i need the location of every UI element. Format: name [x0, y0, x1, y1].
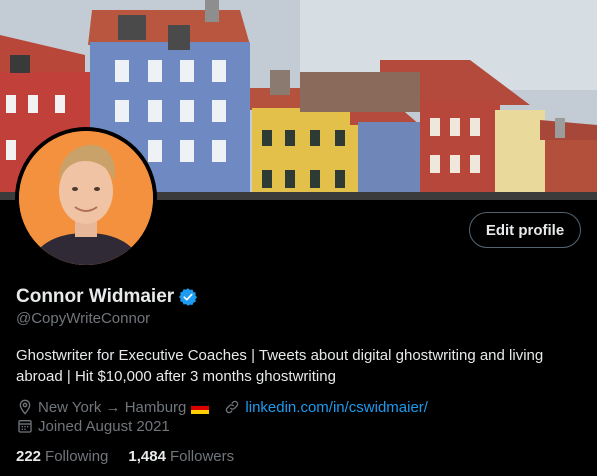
profile-website-link[interactable]: linkedin.com/in/cswidmaier/ — [245, 399, 428, 416]
profile-avatar[interactable] — [15, 127, 157, 269]
germany-flag-icon — [191, 401, 210, 414]
edit-profile-button[interactable]: Edit profile — [469, 212, 581, 248]
follow-stats: 222 Following 1,484 Followers — [16, 448, 254, 465]
avatar-image — [19, 131, 153, 265]
profile-location: New York → Hamburg — [38, 398, 187, 416]
followers-label: Followers — [169, 448, 235, 465]
verified-badge-icon[interactable] — [178, 287, 198, 307]
profile-name-row: Connor Widmaier — [16, 286, 198, 308]
profile-handle: @CopyWriteConnor — [16, 310, 151, 327]
followers-count: 1,484 — [128, 448, 166, 465]
location-pin-icon — [16, 398, 34, 416]
profile-joined-date: Joined August 2021 — [38, 417, 170, 435]
following-label: Following — [45, 448, 109, 465]
link-icon — [223, 398, 241, 416]
profile-meta-row: New York → Hamburg linkedin.com/in/cswid… — [16, 398, 428, 416]
calendar-icon — [16, 417, 34, 435]
display-name: Connor Widmaier — [16, 286, 175, 307]
following-count: 222 — [16, 448, 42, 465]
following-link[interactable]: 222 Following — [16, 448, 128, 465]
followers-link[interactable]: 1,484 Followers — [128, 448, 254, 465]
profile-joined-row: Joined August 2021 — [16, 417, 170, 435]
profile-bio: Ghostwriter for Executive Coaches | Twee… — [16, 347, 544, 385]
